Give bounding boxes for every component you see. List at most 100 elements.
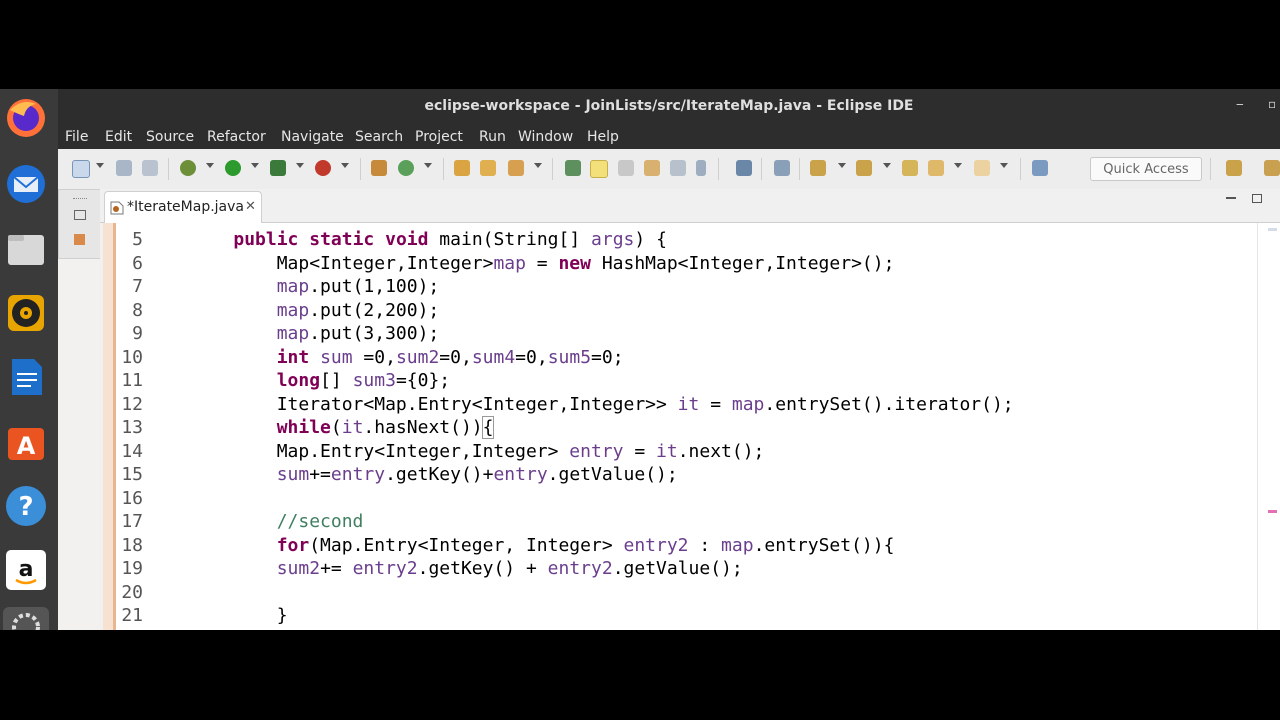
external-tools-icon[interactable] xyxy=(315,160,331,176)
code-line[interactable]: 7 map.put(1,100); xyxy=(103,275,1257,299)
code-line[interactable]: 18 for(Map.Entry<Integer, Integer> entry… xyxy=(103,534,1257,558)
code-editor[interactable]: 5 public static void main(String[] args)… xyxy=(103,223,1257,630)
chevron-down-icon[interactable] xyxy=(534,163,542,168)
chevron-down-icon[interactable] xyxy=(206,163,214,168)
settings-icon[interactable] xyxy=(3,607,49,630)
files-icon[interactable] xyxy=(3,226,49,272)
next-annotation-icon[interactable] xyxy=(810,160,826,176)
firefox-icon[interactable] xyxy=(3,95,49,141)
code-line[interactable]: 17 //second xyxy=(103,510,1257,534)
code-line[interactable]: 11 long[] sum3={0}; xyxy=(103,369,1257,393)
chevron-down-icon[interactable] xyxy=(296,163,304,168)
code-token: main(String[] xyxy=(428,229,592,250)
close-icon[interactable]: ✕ xyxy=(245,199,256,214)
chevron-down-icon[interactable] xyxy=(341,163,349,168)
open-perspective-icon[interactable] xyxy=(1226,160,1242,176)
menu-search[interactable]: Search xyxy=(355,129,403,145)
search-icon[interactable] xyxy=(508,160,524,176)
show-whitespace-icon[interactable] xyxy=(670,160,686,176)
new-class-icon[interactable] xyxy=(398,160,414,176)
writer-icon[interactable] xyxy=(3,354,49,400)
overview-ruler[interactable] xyxy=(1257,223,1280,630)
chevron-down-icon[interactable] xyxy=(838,163,846,168)
chevron-down-icon[interactable] xyxy=(883,163,891,168)
thunderbird-icon[interactable] xyxy=(3,161,49,207)
menu-help[interactable]: Help xyxy=(587,129,619,145)
menu-edit[interactable]: Edit xyxy=(105,129,132,145)
chevron-down-icon[interactable] xyxy=(424,163,432,168)
ruler-marker[interactable] xyxy=(1268,228,1277,231)
chevron-down-icon[interactable] xyxy=(251,163,259,168)
help-icon[interactable]: ? xyxy=(3,483,49,529)
forward-icon[interactable] xyxy=(974,160,990,176)
maximize-editor-icon[interactable] xyxy=(1252,194,1262,203)
block-selection-icon[interactable] xyxy=(618,160,634,176)
rhythmbox-icon[interactable] xyxy=(3,290,49,336)
menu-navigate[interactable]: Navigate xyxy=(281,129,344,145)
previous-annotation-icon[interactable] xyxy=(856,160,872,176)
menu-file[interactable]: File xyxy=(65,129,88,145)
bracket-match-token: { xyxy=(481,416,495,439)
save-all-icon[interactable] xyxy=(142,160,158,176)
chevron-down-icon[interactable] xyxy=(96,163,104,168)
word-wrap-icon[interactable] xyxy=(644,160,660,176)
window-titlebar[interactable]: eclipse-workspace - JoinLists/src/Iterat… xyxy=(58,89,1280,125)
code-line[interactable]: 15 sum+=entry.getKey()+entry.getValue(); xyxy=(103,463,1257,487)
package-explorer-icon[interactable] xyxy=(74,234,85,245)
new-java-project-icon[interactable] xyxy=(371,160,387,176)
chevron-down-icon[interactable] xyxy=(954,163,962,168)
restore-icon[interactable] xyxy=(74,210,86,220)
open-type-icon[interactable] xyxy=(454,160,470,176)
line-number: 13 xyxy=(121,417,143,438)
minimize-editor-icon[interactable] xyxy=(1226,197,1236,199)
menu-run[interactable]: Run xyxy=(479,129,506,145)
code-line[interactable]: 9 map.put(3,300); xyxy=(103,322,1257,346)
open-perspective-external-icon[interactable] xyxy=(1032,160,1048,176)
open-resource-icon[interactable] xyxy=(480,160,496,176)
code-line[interactable]: 8 map.put(2,200); xyxy=(103,299,1257,323)
new-icon[interactable] xyxy=(72,160,90,178)
code-line[interactable]: 6 Map<Integer,Integer>map = new HashMap<… xyxy=(103,252,1257,276)
console-icon[interactable] xyxy=(736,160,752,176)
back-icon[interactable] xyxy=(928,160,944,176)
variable-token: map xyxy=(721,534,754,556)
run-icon[interactable] xyxy=(225,160,241,176)
drag-handle[interactable] xyxy=(73,198,87,201)
software-center-icon[interactable]: A xyxy=(3,419,49,465)
java-perspective-icon[interactable] xyxy=(1264,160,1280,176)
menu-window[interactable]: Window xyxy=(518,129,573,145)
maximize-icon[interactable]: ▫ xyxy=(1268,97,1276,111)
menu-refactor[interactable]: Refactor xyxy=(207,129,266,145)
keyword-token: while xyxy=(276,417,331,438)
code-line[interactable]: 16 xyxy=(103,487,1257,511)
code-line[interactable]: 19 sum2+= entry2.getKey() + entry2.getVa… xyxy=(103,557,1257,581)
code-line[interactable]: 5 public static void main(String[] args)… xyxy=(103,228,1257,252)
code-text: Iterator<Map.Entry<Integer,Integer>> it … xyxy=(190,393,1014,417)
code-token: .getKey() + xyxy=(417,558,548,579)
code-line[interactable]: 14 Map.Entry<Integer,Integer> entry = it… xyxy=(103,440,1257,464)
amazon-icon[interactable]: a xyxy=(3,547,49,593)
menu-project[interactable]: Project xyxy=(415,129,463,145)
save-icon[interactable] xyxy=(116,160,132,176)
debug-icon[interactable] xyxy=(180,160,196,176)
tab-iteratemap[interactable]: *IterateMap.java ✕ xyxy=(104,191,262,223)
code-line[interactable]: 21 } xyxy=(103,604,1257,628)
code-line[interactable]: 12 Iterator<Map.Entry<Integer,Integer>> … xyxy=(103,393,1257,417)
code-line[interactable]: 20 xyxy=(103,581,1257,605)
quick-access-input[interactable]: Quick Access xyxy=(1090,157,1202,181)
pin-icon[interactable] xyxy=(774,160,790,176)
minimize-icon[interactable]: ‒ xyxy=(1236,97,1244,111)
mark-occurrences-icon[interactable] xyxy=(590,160,608,178)
pilcrow-icon[interactable] xyxy=(696,160,706,176)
toggle-breadcrumb-icon[interactable] xyxy=(565,160,581,176)
chevron-down-icon[interactable] xyxy=(1000,163,1008,168)
last-edit-location-icon[interactable] xyxy=(902,160,918,176)
menu-source[interactable]: Source xyxy=(146,129,194,145)
code-line[interactable]: 10 int sum =0,sum2=0,sum4=0,sum5=0; xyxy=(103,346,1257,370)
ruler-marker[interactable] xyxy=(1268,510,1277,513)
code-line[interactable]: 13 while(it.hasNext()){ xyxy=(103,416,1257,440)
coverage-icon[interactable] xyxy=(270,160,286,176)
svg-text:?: ? xyxy=(18,492,33,522)
code-token: .hasNext()) xyxy=(363,417,483,438)
